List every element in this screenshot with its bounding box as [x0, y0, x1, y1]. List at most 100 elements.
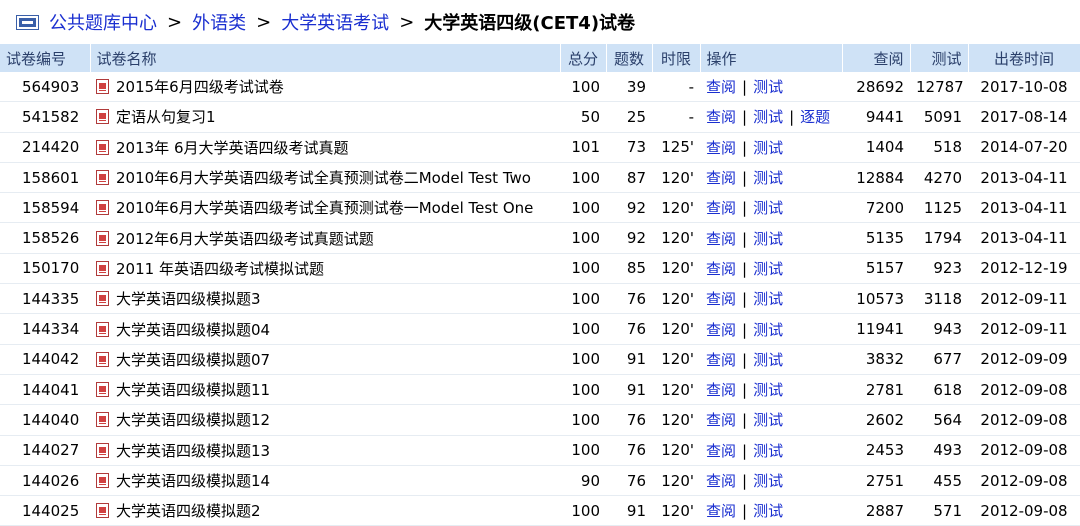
test-link[interactable]: 测试 — [753, 199, 783, 217]
test-link[interactable]: 测试 — [753, 411, 783, 429]
header-count[interactable]: 题数 — [606, 44, 653, 72]
view-link[interactable]: 查阅 — [706, 411, 736, 429]
header-id[interactable]: 试卷编号 — [0, 44, 91, 72]
header-name[interactable]: 试卷名称 — [90, 44, 561, 72]
test-count: 677 — [910, 344, 968, 375]
test-count: 5091 — [910, 101, 968, 133]
test-link[interactable]: 测试 — [753, 442, 783, 460]
document-icon — [96, 291, 109, 307]
paper-name-cell: 2013年 6月大学英语四级考试真题 — [90, 132, 560, 163]
view-link[interactable]: 查阅 — [706, 169, 736, 187]
op-separator: | — [742, 411, 748, 430]
paper-id: 144025 — [0, 495, 90, 526]
question-count: 76 — [606, 404, 652, 436]
table-row: 158594 2010年6月大学英语四级考试全真预测试卷一Model Test O… — [0, 192, 1080, 224]
view-link[interactable]: 查阅 — [706, 442, 736, 460]
total-score: 100 — [560, 192, 606, 224]
test-link[interactable]: 测试 — [753, 139, 783, 157]
paper-id: 144334 — [0, 313, 90, 345]
op-separator: | — [742, 502, 748, 521]
paper-id: 144027 — [0, 435, 90, 466]
paper-id: 144026 — [0, 465, 90, 497]
view-count: 2602 — [842, 404, 910, 436]
header-views[interactable]: 查阅 — [842, 44, 911, 72]
view-count: 2781 — [842, 374, 910, 406]
paper-name-cell: 定语从句复习1 — [90, 101, 560, 133]
table-row: 214420 2013年 6月大学英语四级考试真题 101 73 125' 查阅 | 测试 14… — [0, 132, 1080, 163]
total-score: 90 — [560, 465, 606, 497]
view-link[interactable]: 查阅 — [706, 78, 736, 96]
question-count: 76 — [606, 283, 652, 315]
test-link[interactable]: 测试 — [753, 472, 783, 490]
paper-name: 2010年6月大学英语四级考试全真预测试卷二Model Test Two — [116, 169, 531, 188]
test-link[interactable]: 测试 — [753, 169, 783, 187]
table-row: 144040 大学英语四级模拟题12 100 76 120' 查阅 | 测试 2602 564 20… — [0, 404, 1080, 436]
view-link[interactable]: 查阅 — [706, 230, 736, 248]
view-link[interactable]: 查阅 — [706, 351, 736, 369]
view-link[interactable]: 查阅 — [706, 502, 736, 520]
item-by-item-link[interactable]: 逐题 — [800, 108, 830, 126]
paper-name: 大学英语四级模拟题11 — [116, 381, 271, 400]
breadcrumb-link-foreign-language[interactable]: 外语类 — [192, 9, 246, 35]
header-time[interactable]: 时限 — [652, 44, 701, 72]
header-score[interactable]: 总分 — [560, 44, 607, 72]
breadcrumb-separator: > — [399, 11, 415, 33]
view-count: 5135 — [842, 222, 910, 254]
paper-name: 大学英语四级模拟题13 — [116, 441, 271, 460]
total-score: 50 — [560, 101, 606, 133]
breadcrumb-link-college-english[interactable]: 大学英语考试 — [281, 9, 389, 35]
op-separator: | — [789, 108, 795, 127]
table-row: 144334 大学英语四级模拟题04 100 76 120' 查阅 | 测试 11941 943 2… — [0, 313, 1080, 345]
view-link[interactable]: 查阅 — [706, 472, 736, 490]
paper-name-cell: 2012年6月大学英语四级考试真题试题 — [90, 222, 560, 254]
view-count: 2453 — [842, 435, 910, 466]
test-link[interactable]: 测试 — [753, 321, 783, 339]
time-limit: 120' — [652, 465, 700, 497]
view-link[interactable]: 查阅 — [706, 260, 736, 278]
operations-cell: 查阅 | 测试 — [700, 495, 842, 526]
paper-id: 150170 — [0, 253, 90, 285]
test-link[interactable]: 测试 — [753, 78, 783, 96]
time-limit: 120' — [652, 253, 700, 285]
test-link[interactable]: 测试 — [753, 230, 783, 248]
time-limit: 120' — [652, 162, 700, 194]
table-row: 144025 大学英语四级模拟题2 100 91 120' 查阅 | 测试 2887 571 201… — [0, 495, 1080, 526]
view-count: 2751 — [842, 465, 910, 497]
header-tests[interactable]: 测试 — [910, 44, 969, 72]
view-link[interactable]: 查阅 — [706, 381, 736, 399]
test-count: 455 — [910, 465, 968, 497]
paper-name: 2015年6月四级考试试卷 — [116, 78, 284, 97]
publish-date: 2012-09-09 — [968, 344, 1080, 375]
view-link[interactable]: 查阅 — [706, 139, 736, 157]
paper-name: 大学英语四级模拟题3 — [116, 290, 261, 309]
test-link[interactable]: 测试 — [753, 351, 783, 369]
time-limit: 120' — [652, 283, 700, 315]
paper-id: 144042 — [0, 344, 90, 375]
view-link[interactable]: 查阅 — [706, 199, 736, 217]
publish-date: 2017-08-14 — [968, 101, 1080, 133]
op-separator: | — [742, 259, 748, 278]
document-icon — [96, 503, 109, 519]
total-score: 100 — [560, 72, 606, 103]
test-link[interactable]: 测试 — [753, 260, 783, 278]
test-link[interactable]: 测试 — [753, 290, 783, 308]
breadcrumb: 公共题库中心 > 外语类 > 大学英语考试 > 大学英语四级(CET4)试卷 — [0, 0, 1080, 44]
operations-cell: 查阅 | 测试 — [700, 374, 842, 406]
test-link[interactable]: 测试 — [753, 502, 783, 520]
view-link[interactable]: 查阅 — [706, 290, 736, 308]
test-count: 1125 — [910, 192, 968, 224]
test-link[interactable]: 测试 — [753, 108, 783, 126]
operations-cell: 查阅 | 测试 — [700, 72, 842, 103]
view-link[interactable]: 查阅 — [706, 108, 736, 126]
table-row: 158601 2010年6月大学英语四级考试全真预测试卷二Model Test T… — [0, 162, 1080, 194]
publish-date: 2012-09-08 — [968, 435, 1080, 466]
test-link[interactable]: 测试 — [753, 381, 783, 399]
total-score: 100 — [560, 283, 606, 315]
view-link[interactable]: 查阅 — [706, 321, 736, 339]
operations-cell: 查阅 | 测试 — [700, 162, 842, 194]
breadcrumb-link-public-bank[interactable]: 公共题库中心 — [49, 9, 157, 35]
test-count: 571 — [910, 495, 968, 526]
time-limit: - — [652, 101, 700, 133]
header-date[interactable]: 出卷时间 — [968, 44, 1080, 72]
document-icon — [96, 109, 109, 125]
